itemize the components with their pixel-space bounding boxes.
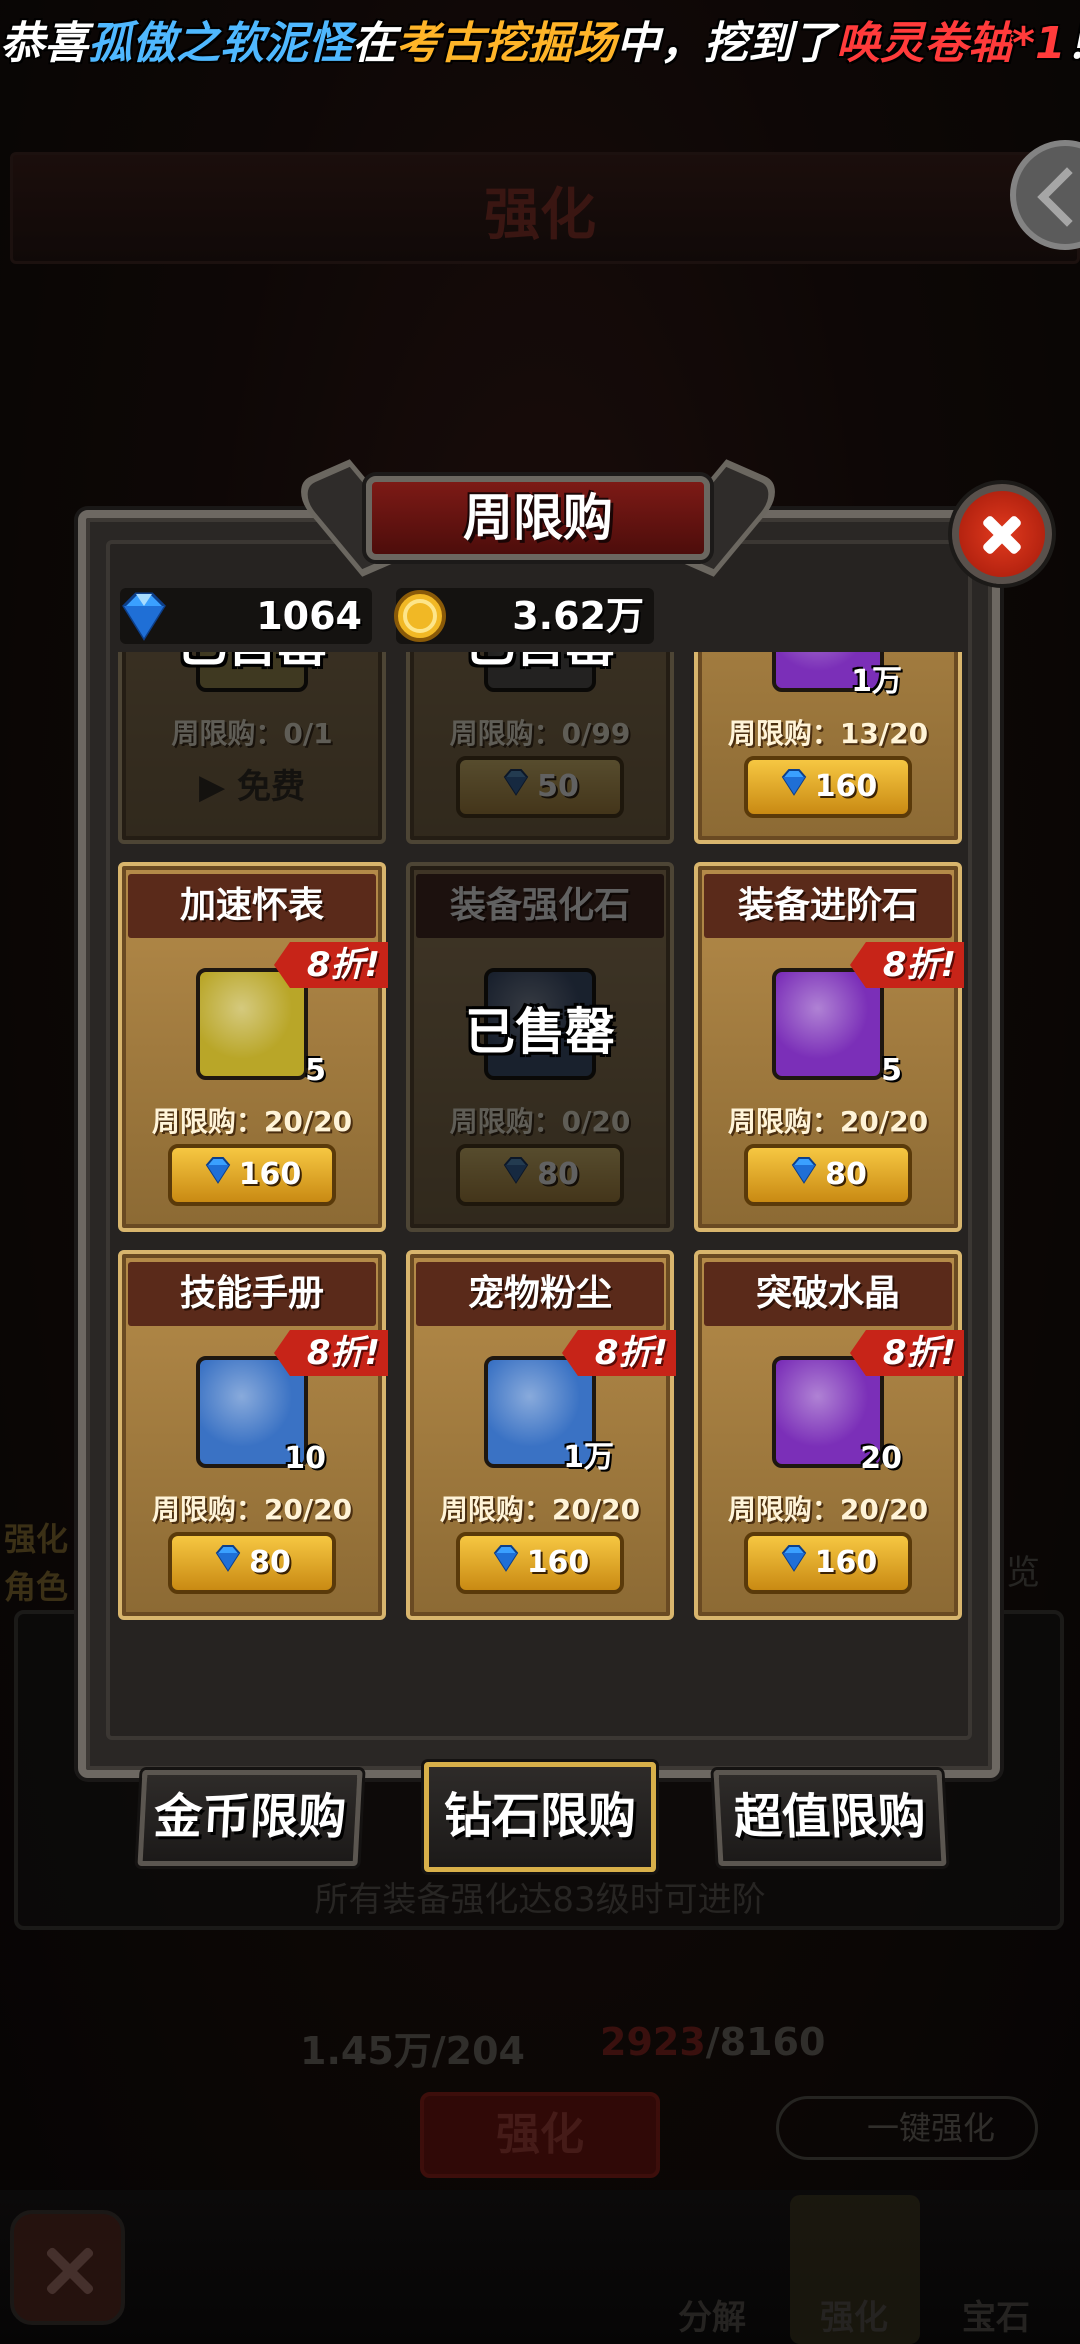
sold-out-label: 已售罄 (406, 652, 674, 676)
tab-value-limited[interactable]: 超值限购 (713, 1770, 947, 1866)
play-video-icon: ▶ (199, 767, 237, 807)
broadcast-prefix: 恭喜 (0, 18, 88, 69)
item-name: 突破水晶 (704, 1262, 952, 1326)
broadcast-mid2: 中，挖到了 (616, 18, 836, 69)
discount-badge: 8折! (850, 942, 964, 988)
diamond-icon (789, 1149, 819, 1203)
diamond-balance-value: 1064 (256, 594, 362, 638)
item-name: 装备进阶石 (704, 874, 952, 938)
tab-gold-limited[interactable]: 金币限购 (137, 1770, 363, 1866)
discount-badge: 8折! (274, 1330, 388, 1376)
item-count: 20 (860, 1441, 902, 1476)
price-value: 80 (249, 1545, 291, 1580)
weekly-limit: 周限购：0/99 (449, 717, 631, 750)
weekly-limit: 周限购：13/20 (727, 717, 929, 750)
shop-item[interactable]: 技能手册 10 8折! 周限购：20/20 80 (118, 1250, 388, 1620)
free-claim-button[interactable]: ▶ 免费 (168, 756, 336, 818)
gold-coin-icon (390, 586, 450, 650)
shop-item-card: 装备进阶石 5 8折! 周限购：20/20 80 (694, 862, 964, 1232)
shop-item-card: 周限购：0/1 ▶ 免费 (118, 652, 386, 844)
price-button[interactable]: 160 (456, 1532, 624, 1594)
broadcast-banner: 恭喜孤傲之软泥怪在考古挖掘场中，挖到了唤灵卷轴*1！ (0, 4, 1080, 84)
price-button[interactable]: 160 (744, 756, 912, 818)
shop-item[interactable]: 宠物粉尘 1万 8折! 周限购：20/20 160 (406, 1250, 676, 1620)
shop-item-card: 加速怀表 5 8折! 周限购：20/20 160 (118, 862, 388, 1232)
diamond-balance: 1064 (120, 588, 372, 644)
price-button[interactable]: 50 (456, 756, 624, 818)
shop-item[interactable]: 周限购：0/99 50 已售罄 (406, 652, 674, 844)
weekly-limit: 周限购：0/1 (171, 717, 333, 750)
gold-balance: 3.62万 (394, 588, 654, 644)
shop-item-card: 周限购：0/99 50 (406, 652, 674, 844)
item-name: 宠物粉尘 (416, 1262, 664, 1326)
shop-item[interactable]: 1万8折!周限购：13/20160 (694, 652, 962, 844)
broadcast-item: 唤灵卷轴 (836, 18, 1012, 69)
shop-item[interactable]: 装备进阶石 5 8折! 周限购：20/20 80 (694, 862, 964, 1232)
gold-balance-value: 3.62万 (512, 594, 644, 638)
price-button[interactable]: 160 (744, 1532, 912, 1594)
discount-badge: 8折! (562, 1330, 676, 1376)
shop-item[interactable]: 周限购：0/1 ▶ 免费 已售罄 (118, 652, 386, 844)
item-count: 5 (305, 1053, 326, 1088)
item-name: 装备强化石 (416, 874, 664, 938)
broadcast-suffix: ！ (1066, 18, 1080, 69)
price-value: 80 (537, 1157, 579, 1192)
shop-item-grid: 周限购：0/1▶ 免费已售罄周限购：0/9950已售罄1万8折!周限购：13/2… (118, 652, 964, 1736)
item-count: 10 (284, 1441, 326, 1476)
price-value: 160 (526, 1545, 590, 1580)
diamond-icon (213, 1537, 243, 1591)
weekly-limit: 周限购：0/20 (449, 1105, 631, 1138)
price-button[interactable]: 80 (744, 1144, 912, 1206)
weekly-limit: 周限购：20/20 (151, 1493, 353, 1526)
item-count: 1万 (563, 1440, 614, 1475)
diamond-icon (491, 1537, 521, 1591)
shop-item-card: 突破水晶 20 8折! 周限购：20/20 160 (694, 1250, 964, 1620)
diamond-icon (779, 1537, 809, 1591)
modal-title-banner: 周限购 (287, 456, 789, 577)
shop-item-card: 1万8折!周限购：13/20160 (694, 652, 962, 844)
price-value: 80 (825, 1157, 867, 1192)
broadcast-mid: 在 (352, 18, 396, 69)
modal-title: 周限购 (463, 489, 613, 547)
price-value: 160 (814, 1545, 878, 1580)
item-name: 加速怀表 (128, 874, 376, 938)
item-name: 技能手册 (128, 1262, 376, 1326)
game-screen: 强化 强化 角色 览 所有装备强化达83级时可进阶 1.45万/204 2923… (0, 0, 1080, 2344)
weekly-limit: 周限购：20/20 (727, 1105, 929, 1138)
price-value: 50 (537, 769, 579, 804)
broadcast-player: 孤傲之软泥怪 (88, 18, 352, 69)
weekly-limit: 周限购：20/20 (727, 1493, 929, 1526)
price-button[interactable]: 80 (456, 1144, 624, 1206)
diamond-icon (501, 1149, 531, 1203)
price-value: 160 (238, 1157, 302, 1192)
shop-item-card: 宠物粉尘 1万 8折! 周限购：20/20 160 (406, 1250, 676, 1620)
crystal-icon: 1万 (772, 652, 902, 699)
weekly-limit: 周限购：20/20 (151, 1105, 353, 1138)
shop-item[interactable]: 加速怀表 5 8折! 周限购：20/20 160 (118, 862, 388, 1232)
sold-out-label: 已售罄 (118, 652, 386, 676)
discount-badge: 8折! (850, 1330, 964, 1376)
item-count: 1万 (851, 664, 902, 699)
shop-item-card: 技能手册 10 8折! 周限购：20/20 80 (118, 1250, 388, 1620)
diamond-icon (501, 761, 531, 815)
diamond-icon (203, 1149, 233, 1203)
sold-out-label: 已售罄 (465, 1003, 615, 1061)
price-value: 160 (814, 769, 878, 804)
price-button[interactable]: 160 (168, 1144, 336, 1206)
diamond-icon (779, 761, 809, 815)
broadcast-place: 考古挖掘场 (396, 18, 616, 69)
diamond-icon (114, 586, 174, 650)
shop-item[interactable]: 装备强化石周限购：0/20 80 已售罄 (406, 862, 674, 1232)
weekly-limit: 周限购：20/20 (439, 1493, 641, 1526)
free-label: 免费 (236, 767, 305, 807)
discount-badge: 8折! (274, 942, 388, 988)
broadcast-qty: *1 (1012, 18, 1066, 69)
modal-close-button[interactable] (952, 484, 1052, 584)
tab-diamond-limited[interactable]: 钻石限购 (424, 1762, 656, 1872)
shop-item[interactable]: 突破水晶 20 8折! 周限购：20/20 160 (694, 1250, 964, 1620)
price-button[interactable]: 80 (168, 1532, 336, 1594)
item-count: 5 (881, 1053, 902, 1088)
